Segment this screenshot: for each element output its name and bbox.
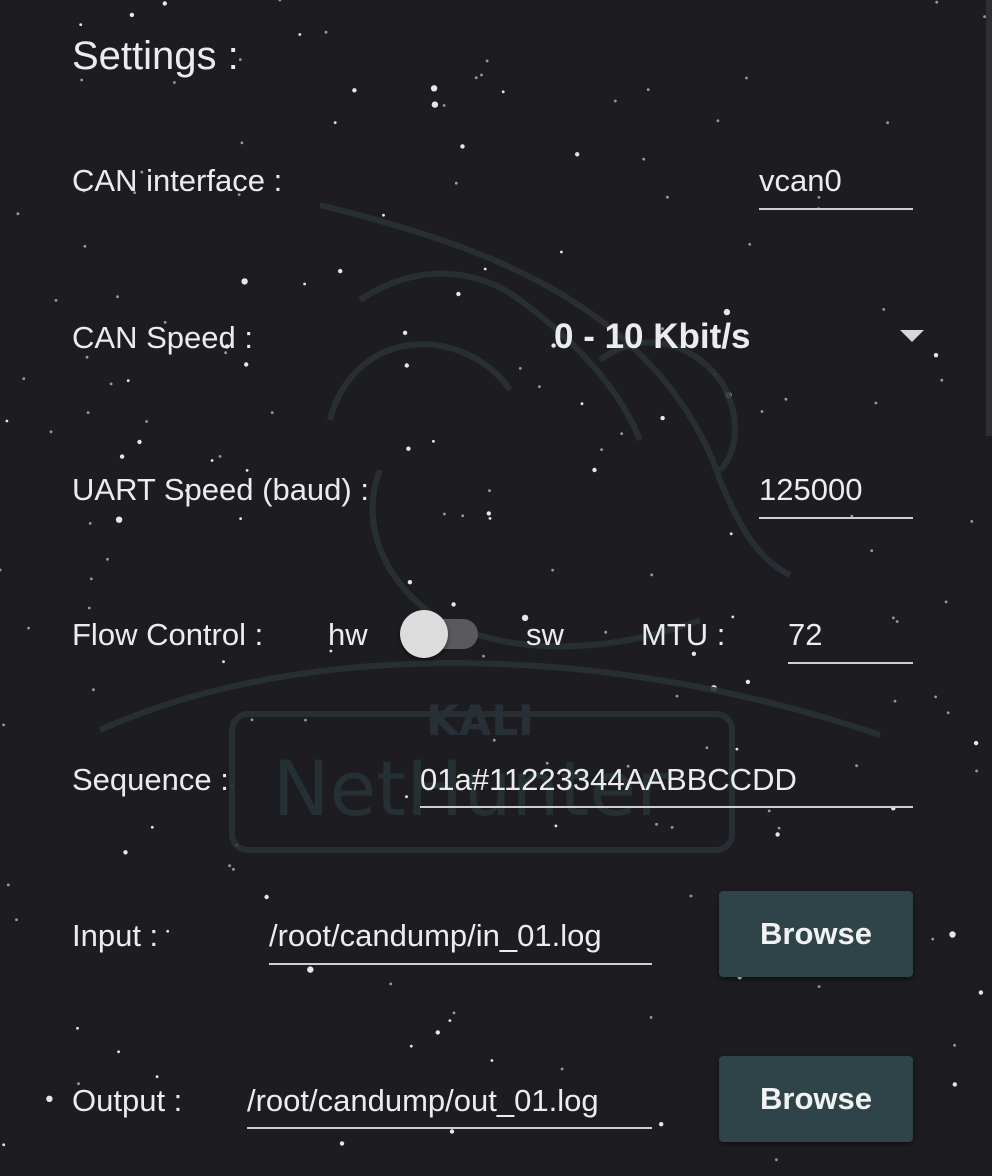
svg-text:KALI: KALI [426, 696, 533, 745]
uart-speed-input[interactable]: 125000 [759, 472, 913, 519]
can-interface-label: CAN interface : [72, 163, 283, 198]
flow-control-sw-label: sw [526, 617, 564, 652]
can-interface-input[interactable]: vcan0 [759, 163, 913, 210]
flow-control-label: Flow Control : [72, 617, 264, 652]
input-browse-button[interactable]: Browse [719, 891, 913, 977]
can-speed-dropdown[interactable]: 0 - 10 Kbit/s [540, 305, 940, 375]
output-path-field[interactable]: /root/candump/out_01.log [247, 1083, 652, 1129]
input-path-field[interactable]: /root/candump/in_01.log [269, 918, 652, 965]
output-label: Output : [72, 1083, 183, 1118]
dropdown-arrow-icon [900, 330, 924, 342]
uart-speed-label: UART Speed (baud) : [72, 472, 369, 507]
input-label: Input : [72, 918, 159, 953]
page-title: Settings : [72, 34, 239, 78]
mtu-input[interactable]: 72 [788, 617, 913, 664]
sequence-label: Sequence : [72, 762, 229, 797]
scrollbar[interactable] [986, 0, 992, 436]
flow-control-switch[interactable] [398, 608, 482, 660]
output-browse-button[interactable]: Browse [719, 1056, 913, 1142]
mtu-label: MTU : [641, 617, 726, 652]
sequence-input[interactable]: 01a#11223344AABBCCDD [420, 762, 913, 808]
flow-control-hw-label: hw [328, 617, 368, 652]
can-speed-label: CAN Speed : [72, 320, 253, 355]
can-speed-selected-value: 0 - 10 Kbit/s [554, 317, 751, 356]
switch-thumb [400, 610, 448, 658]
